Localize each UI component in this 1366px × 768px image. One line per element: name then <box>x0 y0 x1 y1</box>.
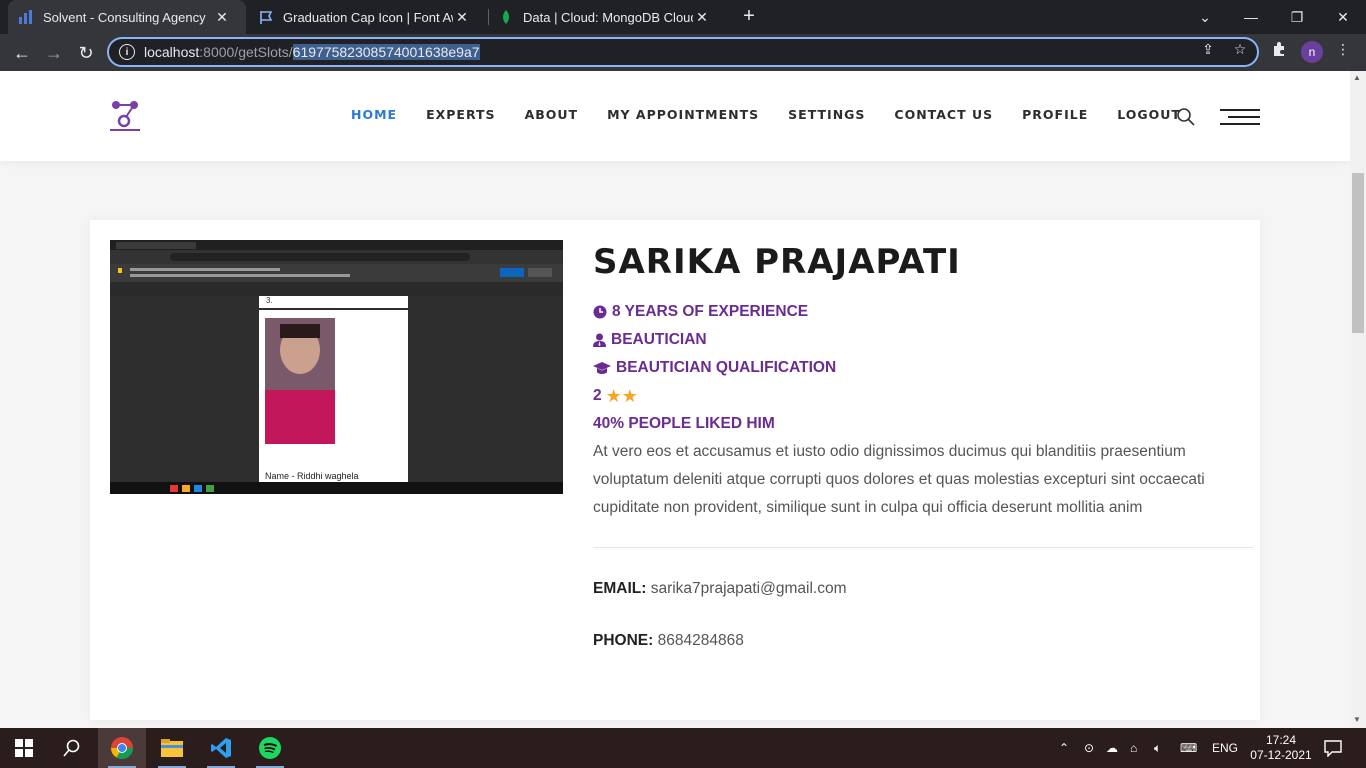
back-button[interactable]: ← <box>8 39 36 67</box>
search-icon[interactable] <box>1176 107 1196 127</box>
new-tab-button[interactable]: + <box>738 5 760 27</box>
close-window-button[interactable]: ✕ <box>1320 0 1366 34</box>
tab-mongodb[interactable]: Data | Cloud: MongoDB Cloud ✕ <box>488 0 728 34</box>
windows-taskbar: ⌃ ⊙ ☁ ⌂ 🔈︎ ⌨ ENG 17:24 07-12-2021 <box>0 728 1366 768</box>
nav-home[interactable]: HOME <box>351 107 397 122</box>
experience-text: 8 YEARS OF EXPERIENCE <box>612 303 809 320</box>
expert-name: SARIKA PRAJAPATI <box>593 242 961 282</box>
email-label: EMAIL: <box>593 580 647 597</box>
nav-experts[interactable]: EXPERTS <box>426 107 495 122</box>
photo-screenshot-image <box>110 240 563 494</box>
tab-font-awesome[interactable]: Graduation Cap Icon | Font Awesome ✕ <box>248 0 486 34</box>
clock-date: 07-12-2021 <box>1250 748 1312 762</box>
scroll-down-icon[interactable]: ▼ <box>1353 715 1361 724</box>
email-row: EMAIL: sarika7prajapati@gmail.com <box>593 580 1253 598</box>
star-icon: ★ <box>621 386 638 406</box>
rating-row: 2 ★ ★ <box>593 382 1253 410</box>
bar-chart-icon <box>18 9 34 25</box>
graduation-cap-icon <box>593 362 611 374</box>
page-viewport: HOME EXPERTS ABOUT MY APPOINTMENTS SETTI… <box>0 71 1350 728</box>
meet-now-icon[interactable]: ⊙ <box>1084 728 1094 768</box>
nav-logout[interactable]: LOGOUT <box>1117 107 1181 122</box>
restore-button[interactable]: ❐ <box>1274 0 1320 34</box>
keyboard-icon[interactable]: ⌨ <box>1180 728 1197 768</box>
vscode-icon[interactable] <box>197 728 245 768</box>
tab-search-chevron-icon[interactable]: ⌄ <box>1182 0 1228 34</box>
clock-time: 17:24 <box>1265 733 1297 747</box>
tab-label: Graduation Cap Icon | Font Awesome <box>283 9 453 25</box>
browser-toolbar: ← → ↻ i localhost:8000/getSlots/61977582… <box>0 34 1366 71</box>
main-nav: HOME EXPERTS ABOUT MY APPOINTMENTS SETTI… <box>351 107 1210 122</box>
solvent-logo[interactable] <box>108 99 142 133</box>
clock[interactable]: 17:24 07-12-2021 <box>1249 728 1313 768</box>
scroll-up-icon[interactable]: ▲ <box>1353 73 1361 82</box>
chrome-taskbar-icon[interactable] <box>98 728 146 768</box>
address-bar[interactable]: i localhost:8000/getSlots/61977582308574… <box>107 37 1259 67</box>
profession-row: BEAUTICIAN <box>593 326 1253 354</box>
nav-contact-us[interactable]: CONTACT US <box>894 107 993 122</box>
onedrive-icon[interactable]: ☁ <box>1106 728 1118 768</box>
info-icon[interactable]: i <box>119 44 135 60</box>
star-icon: ★ <box>605 386 622 406</box>
phone-label: PHONE: <box>593 632 654 649</box>
close-icon[interactable]: ✕ <box>213 9 231 26</box>
windows-start-icon[interactable] <box>0 728 48 768</box>
browser-tab-bar: Solvent - Consulting Agency ✕ Graduation… <box>0 0 1366 34</box>
hamburger-menu-icon[interactable] <box>1220 109 1260 129</box>
scrollbar-thumb[interactable] <box>1352 173 1364 333</box>
expert-card: 3. Name - Riddhi waghela SARIKA PRAJAPAT… <box>90 220 1260 720</box>
language-indicator[interactable]: ENG <box>1212 728 1238 768</box>
tab-solvent[interactable]: Solvent - Consulting Agency ✕ <box>8 0 246 34</box>
notification-icon[interactable] <box>1324 728 1342 768</box>
url-path: :8000/getSlots/ <box>199 44 293 60</box>
url-host: localhost <box>144 44 200 60</box>
file-explorer-icon[interactable] <box>148 728 196 768</box>
nav-profile[interactable]: PROFILE <box>1022 107 1088 122</box>
expert-description: At vero eos et accusamus et iusto odio d… <box>593 443 1205 516</box>
tab-label: Data | Cloud: MongoDB Cloud <box>523 9 693 25</box>
spotify-icon[interactable] <box>246 728 294 768</box>
minimize-button[interactable]: — <box>1228 0 1274 34</box>
search-icon[interactable] <box>48 728 96 768</box>
phone-value: 8684284868 <box>657 632 744 649</box>
profile-avatar[interactable]: n <box>1301 41 1323 63</box>
page-scrollbar[interactable]: ▲ ▼ <box>1350 71 1366 728</box>
menu-kebab-icon[interactable]: ⋮ <box>1335 41 1351 57</box>
qualification-text: BEAUTICIAN QUALIFICATION <box>616 359 837 376</box>
tray-chevron-up-icon[interactable]: ⌃ <box>1059 728 1075 768</box>
tab-label: Solvent - Consulting Agency <box>43 9 206 25</box>
expert-photo: 3. Name - Riddhi waghela <box>110 240 563 494</box>
photo-caption: Name - Riddhi waghela <box>265 471 359 481</box>
phone-row: PHONE: 8684284868 <box>593 632 1253 650</box>
close-icon[interactable]: ✕ <box>693 9 711 26</box>
clock-icon <box>593 305 607 319</box>
url-selected-id: 61977582308574001638e9a7 <box>292 44 480 60</box>
share-icon[interactable]: ⇪ <box>1200 41 1216 57</box>
nav-settings[interactable]: SETTINGS <box>788 107 865 122</box>
liked-row: 40% PEOPLE LIKED HIM <box>593 410 1253 438</box>
forward-button[interactable]: → <box>40 39 68 67</box>
divider <box>593 547 1253 548</box>
expert-info: SARIKA PRAJAPATI 8 YEARS OF EXPERIENCE B… <box>593 240 1253 650</box>
bookmark-star-icon[interactable]: ☆ <box>1232 41 1248 57</box>
rating-value: 2 <box>593 387 602 404</box>
flag-icon <box>258 9 274 25</box>
liked-text: 40% PEOPLE LIKED HIM <box>593 415 775 432</box>
close-icon[interactable]: ✕ <box>453 9 471 26</box>
nav-my-appointments[interactable]: MY APPOINTMENTS <box>607 107 759 122</box>
experience-row: 8 YEARS OF EXPERIENCE <box>593 298 1253 326</box>
photo-list-number: 3. <box>266 296 273 305</box>
network-icon[interactable]: ⌂ <box>1130 728 1137 768</box>
email-value[interactable]: sarika7prajapati@gmail.com <box>651 580 847 597</box>
profession-text: BEAUTICIAN <box>611 331 707 348</box>
qualification-row: BEAUTICIAN QUALIFICATION <box>593 354 1253 382</box>
reload-button[interactable]: ↻ <box>72 39 100 67</box>
leaf-icon <box>498 9 514 25</box>
extensions-icon[interactable] <box>1271 41 1287 57</box>
user-tie-icon <box>593 333 606 347</box>
volume-icon[interactable]: 🔈︎ <box>1154 728 1161 768</box>
nav-about[interactable]: ABOUT <box>525 107 579 122</box>
site-header: HOME EXPERTS ABOUT MY APPOINTMENTS SETTI… <box>0 71 1350 161</box>
